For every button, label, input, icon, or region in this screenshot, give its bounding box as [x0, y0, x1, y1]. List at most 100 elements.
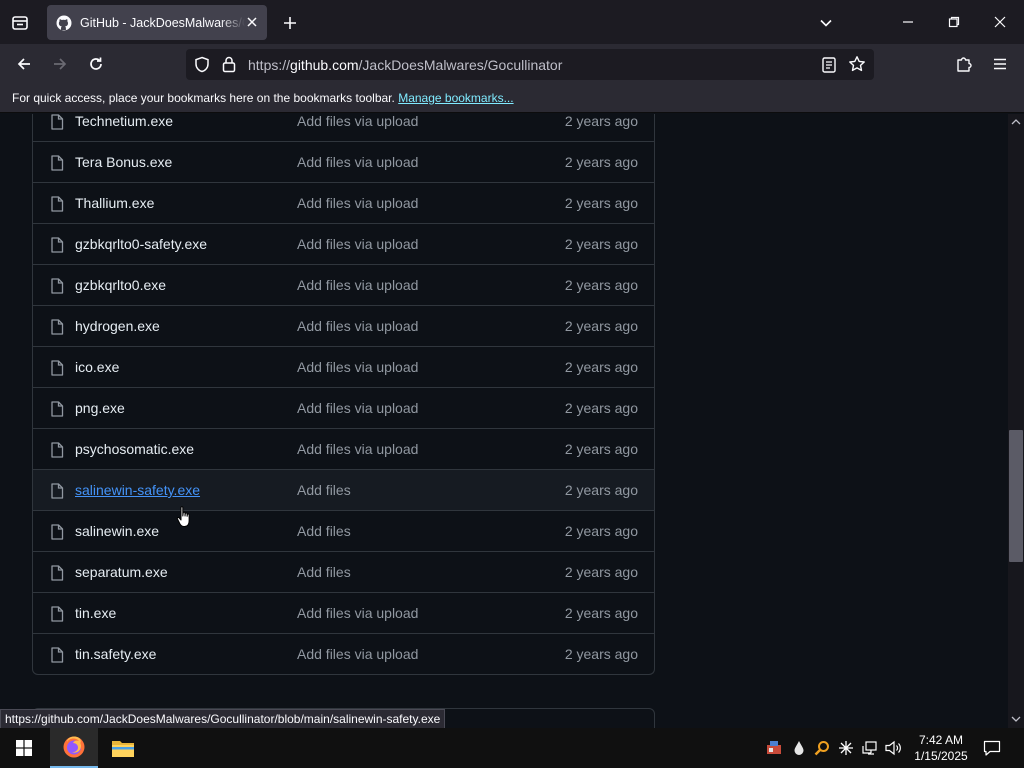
tab-title: GitHub - JackDoesMalwares/Gocullinator: [80, 15, 245, 30]
droplet-icon: [794, 741, 804, 755]
reader-view-icon[interactable]: [822, 57, 836, 73]
commit-message-link[interactable]: Add files via upload: [297, 646, 418, 662]
file-icon: [51, 319, 64, 335]
commit-message-link[interactable]: Add files via upload: [297, 605, 418, 621]
commit-message-link[interactable]: Add files via upload: [297, 318, 418, 334]
bookmarks-toolbar: For quick access, place your bookmarks h…: [0, 85, 1024, 113]
file-name-link[interactable]: salinewin.exe: [75, 523, 159, 539]
file-name-link[interactable]: salinewin-safety.exe: [75, 482, 200, 498]
address-bar[interactable]: https://github.com/JackDoesMalwares/Gocu…: [186, 49, 874, 80]
restore-button[interactable]: [932, 8, 976, 36]
link-status-panel: https://github.com/JackDoesMalwares/Gocu…: [0, 709, 446, 729]
commit-date: 2 years ago: [564, 646, 638, 662]
file-row[interactable]: separatum.exe Add files 2 years ago: [33, 551, 654, 592]
file-row[interactable]: ico.exe Add files via upload 2 years ago: [33, 346, 654, 387]
github-icon: [56, 15, 72, 30]
commit-date: 2 years ago: [564, 441, 638, 457]
star-icon[interactable]: [848, 55, 866, 73]
taskbar-firefox[interactable]: [50, 728, 98, 768]
commit-message-link[interactable]: Add files via upload: [297, 400, 418, 416]
file-name-link[interactable]: Thallium.exe: [75, 195, 154, 211]
taskbar-file-explorer[interactable]: [99, 728, 147, 768]
commit-message-link[interactable]: Add files via upload: [297, 277, 418, 293]
file-name-link[interactable]: ico.exe: [75, 359, 119, 375]
page-scrollbar[interactable]: [1008, 114, 1024, 728]
commit-message-link[interactable]: Add files via upload: [297, 114, 418, 129]
file-row[interactable]: gzbkqrlto0-safety.exe Add files via uplo…: [33, 223, 654, 264]
file-name-link[interactable]: Technetium.exe: [75, 114, 173, 129]
commit-message-link[interactable]: Add files: [297, 482, 351, 498]
file-row-hovered[interactable]: salinewin-safety.exe Add files 2 years a…: [33, 469, 654, 510]
new-tab-button[interactable]: [276, 9, 304, 37]
tray-bluetooth-icon[interactable]: [837, 738, 855, 758]
file-name-link[interactable]: hydrogen.exe: [75, 318, 160, 334]
file-name-link[interactable]: png.exe: [75, 400, 125, 416]
extensions-button[interactable]: [950, 50, 978, 78]
file-name-link[interactable]: tin.exe: [75, 605, 116, 621]
tray-search-tool-icon[interactable]: [813, 738, 831, 758]
file-row[interactable]: salinewin.exe Add files 2 years ago: [33, 510, 654, 551]
folder-icon: [112, 741, 134, 757]
file-row[interactable]: Thallium.exe Add files via upload 2 year…: [33, 182, 654, 223]
taskbar-clock[interactable]: 7:42 AM 1/15/2025: [905, 732, 977, 764]
file-icon: [51, 360, 64, 376]
start-button[interactable]: [0, 728, 48, 768]
reload-icon: [90, 57, 102, 70]
page-content: Technetium.exe Add files via upload 2 ye…: [0, 114, 1008, 728]
scroll-down-icon[interactable]: [1011, 715, 1021, 723]
forward-button[interactable]: [46, 50, 74, 78]
file-row[interactable]: Technetium.exe Add files via upload 2 ye…: [33, 114, 654, 141]
file-name-link[interactable]: gzbkqrlto0-safety.exe: [75, 236, 207, 252]
notification-center-button[interactable]: [982, 738, 1002, 758]
file-name-link[interactable]: gzbkqrlto0.exe: [75, 277, 166, 293]
commit-date: 2 years ago: [564, 400, 638, 416]
hand-pointer-icon: [176, 506, 190, 527]
commit-message-link[interactable]: Add files via upload: [297, 195, 418, 211]
file-name-link[interactable]: separatum.exe: [75, 564, 168, 580]
tray-network-icon[interactable]: [861, 738, 879, 758]
tray-volume-icon[interactable]: [885, 738, 903, 758]
app-menu-button[interactable]: [986, 50, 1014, 78]
commit-message-link[interactable]: Add files: [297, 523, 351, 539]
commit-message-link[interactable]: Add files via upload: [297, 236, 418, 252]
manage-bookmarks-link[interactable]: Manage bookmarks...: [398, 91, 513, 105]
file-name-link[interactable]: psychosomatic.exe: [75, 441, 194, 457]
reload-button[interactable]: [82, 50, 110, 78]
screen: GitHub - JackDoesMalwares/Gocullinator: [0, 0, 1024, 768]
scrollbar-thumb[interactable]: [1009, 430, 1023, 562]
file-row[interactable]: png.exe Add files via upload 2 years ago: [33, 387, 654, 428]
file-row[interactable]: hydrogen.exe Add files via upload 2 year…: [33, 305, 654, 346]
scroll-up-icon[interactable]: [1011, 118, 1021, 126]
shield-icon[interactable]: [194, 56, 210, 73]
url-text[interactable]: https://github.com/JackDoesMalwares/Gocu…: [248, 57, 562, 73]
tray-drop-icon[interactable]: [790, 738, 808, 758]
commit-message-link[interactable]: Add files via upload: [297, 154, 418, 170]
commit-date: 2 years ago: [564, 318, 638, 334]
commit-message-link[interactable]: Add files via upload: [297, 359, 418, 375]
back-button[interactable]: [10, 50, 38, 78]
commit-message-link[interactable]: Add files via upload: [297, 441, 418, 457]
commit-date: 2 years ago: [564, 195, 638, 211]
tab-overview-button[interactable]: [6, 10, 34, 36]
close-window-button[interactable]: [978, 8, 1022, 36]
file-row[interactable]: Tera Bonus.exe Add files via upload 2 ye…: [33, 141, 654, 182]
lock-icon[interactable]: [222, 56, 236, 73]
file-row[interactable]: gzbkqrlto0.exe Add files via upload 2 ye…: [33, 264, 654, 305]
close-tab-icon[interactable]: [245, 15, 259, 29]
list-all-tabs-button[interactable]: [812, 9, 840, 37]
commit-message-link[interactable]: Add files: [297, 564, 351, 580]
file-row[interactable]: tin.exe Add files via upload 2 years ago: [33, 592, 654, 633]
commit-date: 2 years ago: [564, 564, 638, 580]
file-name-link[interactable]: tin.safety.exe: [75, 646, 156, 662]
commit-date: 2 years ago: [564, 359, 638, 375]
tab-github[interactable]: GitHub - JackDoesMalwares/Gocullinator: [47, 5, 267, 40]
commit-date: 2 years ago: [564, 605, 638, 621]
file-icon: [51, 565, 64, 581]
file-row[interactable]: tin.safety.exe Add files via upload 2 ye…: [33, 633, 654, 674]
file-row[interactable]: psychosomatic.exe Add files via upload 2…: [33, 428, 654, 469]
url-path: /JackDoesMalwares/Gocullinator: [358, 57, 563, 73]
tray-app-icon[interactable]: [765, 738, 783, 758]
minimize-button[interactable]: [886, 8, 930, 36]
file-name-link[interactable]: Tera Bonus.exe: [75, 154, 172, 170]
magnifier-icon: [814, 741, 829, 756]
